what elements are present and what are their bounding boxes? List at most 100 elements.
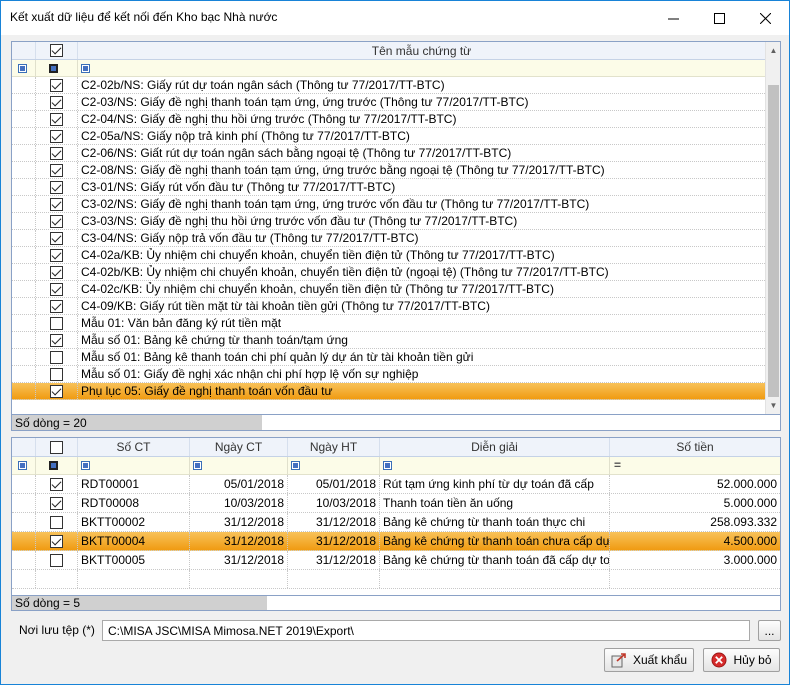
template-checkbox[interactable] <box>50 282 63 296</box>
template-checkbox[interactable] <box>50 214 63 228</box>
voucher-row[interactable]: BKTT00002 31/12/2018 31/12/2018 Bảng kê chứ… <box>12 513 780 532</box>
template-row[interactable]: Mẫu số 01: Bảng kê thanh toán chi phí qu… <box>12 349 765 366</box>
template-checkbox[interactable] <box>50 299 63 313</box>
template-row[interactable]: C4-09/KB: Giấy rút tiền mặt từ tài khoản… <box>12 298 765 315</box>
template-row[interactable]: C3-02/NS: Giấy đề nghị thanh toán tạm ứn… <box>12 196 765 213</box>
filter-check-icon[interactable] <box>49 64 58 73</box>
row-indicator <box>12 179 36 195</box>
template-checkbox[interactable] <box>50 146 63 160</box>
voucher-dien-giai: Bảng kê chứng từ thanh toán đã cấp dự to… <box>380 551 610 569</box>
filter-dien-giai-icon[interactable] <box>383 461 392 470</box>
templates-scrollbar[interactable]: ▲ ▼ <box>765 42 780 414</box>
voucher-ngay-ht: 05/01/2018 <box>288 475 380 493</box>
template-checkbox[interactable] <box>50 384 63 398</box>
scroll-up-icon[interactable]: ▲ <box>766 42 780 59</box>
template-checkbox[interactable] <box>50 197 63 211</box>
template-row[interactable]: C3-04/NS: Giấy nộp trả vốn đầu tư (Thông… <box>12 230 765 247</box>
template-checkbox[interactable] <box>50 265 63 279</box>
template-checkbox[interactable] <box>50 248 63 262</box>
scroll-thumb[interactable] <box>768 85 779 397</box>
template-checkbox[interactable] <box>50 350 63 364</box>
template-checkbox[interactable] <box>50 316 63 330</box>
export-label: Xuất khẩu <box>632 653 688 667</box>
row-indicator <box>12 162 36 178</box>
minimize-button[interactable] <box>650 1 696 35</box>
template-name: C4-09/KB: Giấy rút tiền mặt từ tài khoản… <box>81 299 490 313</box>
template-row[interactable]: C4-02b/KB: Ủy nhiệm chi chuyển khoản, ch… <box>12 264 765 281</box>
vouchers-select-all-checkbox[interactable] <box>50 440 63 454</box>
row-indicator <box>12 349 36 365</box>
template-checkbox[interactable] <box>50 367 63 381</box>
template-check-cell <box>36 247 78 263</box>
row-indicator <box>12 213 36 229</box>
template-checkbox[interactable] <box>50 129 63 143</box>
filter-equals-operator[interactable]: = <box>614 458 621 472</box>
voucher-checkbox[interactable] <box>50 515 63 529</box>
template-row[interactable]: C2-03/NS: Giấy đề nghị thanh toán tạm ứn… <box>12 94 765 111</box>
filter-name-icon[interactable] <box>81 64 90 73</box>
voucher-checkbox[interactable] <box>50 496 63 510</box>
filter-so-ct-icon[interactable] <box>81 461 90 470</box>
save-path-value: C:\MISA JSC\MISA Mimosa.NET 2019\Export\ <box>108 623 354 638</box>
template-name-header[interactable]: Tên mẫu chứng từ <box>78 42 765 59</box>
voucher-checkbox[interactable] <box>50 477 63 491</box>
cancel-label: Hủy bỏ <box>733 653 772 667</box>
template-checkbox[interactable] <box>50 78 63 92</box>
filter-check-icon[interactable] <box>49 461 58 470</box>
header-ngay-ct[interactable]: Ngày CT <box>190 438 288 456</box>
template-row[interactable]: C2-06/NS: Giất rút dự toán ngân sách bằn… <box>12 145 765 162</box>
header-so-ct[interactable]: Số CT <box>78 438 190 456</box>
header-so-tien[interactable]: Số tiền <box>610 438 780 456</box>
maximize-button[interactable] <box>696 1 742 35</box>
template-name: C2-03/NS: Giấy đề nghị thanh toán tạm ứn… <box>81 95 529 109</box>
filter-icon[interactable] <box>18 461 27 470</box>
template-check-cell <box>36 94 78 110</box>
template-row[interactable]: C3-01/NS: Giấy rút vốn đầu tư (Thông tư … <box>12 179 765 196</box>
select-all-checkbox[interactable] <box>50 44 63 57</box>
voucher-row[interactable]: RDT00008 10/03/2018 10/03/2018 Thanh toán t… <box>12 494 780 513</box>
close-button[interactable] <box>742 1 788 35</box>
template-row[interactable]: C2-08/NS: Giấy đề nghị thanh toán tạm ứn… <box>12 162 765 179</box>
vouchers-filter-row: = <box>12 457 780 475</box>
template-checkbox[interactable] <box>50 163 63 177</box>
scroll-down-icon[interactable]: ▼ <box>766 397 780 414</box>
row-indicator <box>12 551 36 569</box>
template-name: C2-04/NS: Giấy đề nghị thu hồi ứng trước… <box>81 112 457 126</box>
template-checkbox[interactable] <box>50 180 63 194</box>
vouchers-row-count: Số dòng = 5 <box>12 596 267 610</box>
voucher-checkbox[interactable] <box>50 534 63 548</box>
voucher-row[interactable]: BKTT00005 31/12/2018 31/12/2018 Bảng kê chứ… <box>12 551 780 570</box>
template-checkbox[interactable] <box>50 95 63 109</box>
template-row[interactable]: C4-02a/KB: Ủy nhiệm chi chuyển khoản, ch… <box>12 247 765 264</box>
template-checkbox[interactable] <box>50 333 63 347</box>
header-ngay-ht[interactable]: Ngày HT <box>288 438 380 456</box>
template-name: C4-02c/KB: Ủy nhiệm chi chuyển khoản, ch… <box>81 282 554 296</box>
voucher-row[interactable]: BKTT00004 31/12/2018 31/12/2018 Bảng kê chứ… <box>12 532 780 551</box>
template-row[interactable]: Mẫu 01: Văn bản đăng ký rút tiền mặt <box>12 315 765 332</box>
template-checkbox[interactable] <box>50 112 63 126</box>
voucher-row[interactable]: RDT00001 05/01/2018 05/01/2018 Rút tạm ứng … <box>12 475 780 494</box>
template-check-cell <box>36 179 78 195</box>
template-checkbox[interactable] <box>50 231 63 245</box>
title-bar: Kết xuất dữ liệu để kết nối đến Kho bạc … <box>1 1 789 35</box>
browse-button[interactable]: ... <box>758 620 781 641</box>
template-row[interactable]: Mẫu số 01: Giấy đề nghị xác nhận chi phí… <box>12 366 765 383</box>
template-check-cell <box>36 111 78 127</box>
filter-icon[interactable] <box>18 64 27 73</box>
voucher-so-ct <box>78 570 190 588</box>
export-button[interactable]: Xuất khẩu <box>604 648 694 672</box>
template-row[interactable]: C2-05a/NS: Giấy nộp trả kinh phí (Thông … <box>12 128 765 145</box>
voucher-checkbox[interactable] <box>50 553 63 567</box>
filter-ngay-ht-icon[interactable] <box>291 461 300 470</box>
filter-ngay-ct-icon[interactable] <box>193 461 202 470</box>
header-dien-giai[interactable]: Diễn giải <box>380 438 610 456</box>
cancel-button[interactable]: Hủy bỏ <box>703 648 780 672</box>
template-row[interactable]: C3-03/NS: Giấy đề nghị thu hồi ứng trước… <box>12 213 765 230</box>
template-row[interactable]: C2-02b/NS: Giấy rút dự toán ngân sách (T… <box>12 77 765 94</box>
template-row[interactable]: Phụ lục 05: Giấy đề nghị thanh toán vốn … <box>12 383 765 400</box>
empty-row <box>12 570 780 589</box>
template-row[interactable]: C4-02c/KB: Ủy nhiệm chi chuyển khoản, ch… <box>12 281 765 298</box>
template-row[interactable]: C2-04/NS: Giấy đề nghị thu hồi ứng trước… <box>12 111 765 128</box>
save-path-input[interactable]: C:\MISA JSC\MISA Mimosa.NET 2019\Export\ <box>102 620 750 641</box>
template-row[interactable]: Mẫu số 01: Bảng kê chứng từ thanh toán/t… <box>12 332 765 349</box>
